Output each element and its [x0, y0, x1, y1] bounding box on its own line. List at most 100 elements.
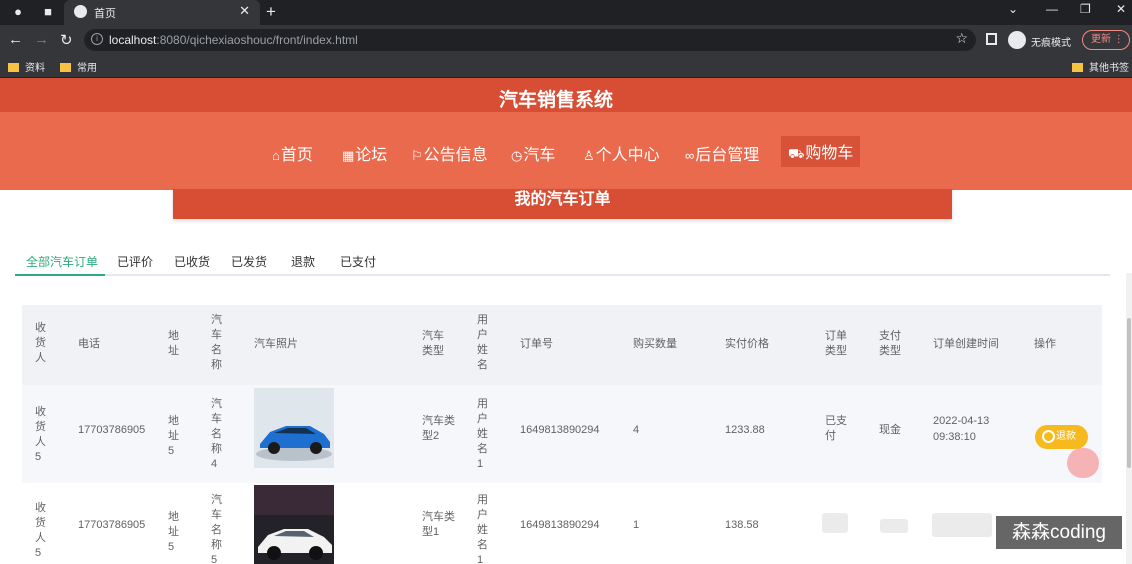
nav-cars[interactable]: ◷汽车 — [511, 141, 555, 165]
tab-refund[interactable]: 退款 — [291, 253, 315, 270]
bookmark-label: 资料 — [25, 63, 45, 74]
url-path: :8080/qichexiaoshouc/front/index.html — [156, 33, 358, 47]
col-car-type: 汽车类型 — [422, 330, 444, 357]
cell-created-time: 09:38:10 — [933, 431, 976, 443]
address-bar: ← → ↻ i localhost:8080/qichexiaoshouc/fr… — [0, 25, 1132, 55]
blurred-cell — [932, 513, 992, 537]
site-header: 汽车销售系统 — [0, 78, 1132, 112]
home-icon: ⌂ — [272, 148, 280, 163]
col-car-name: 汽车名称 — [211, 314, 222, 371]
col-user-name: 用户姓名 — [477, 314, 488, 371]
browser-tab-strip: ● ■ 首页 ✕ + ⌄ — ❐ ✕ — [0, 0, 1132, 25]
table-row: 收货人5 17703786905 地址5 汽车名称4 汽车类型2 用户姓名1 1… — [22, 385, 1102, 480]
table-header: 收货人 电话 地址 汽车名称 汽车照片 汽车类型 用户姓名 订单号 购买数量 实… — [22, 305, 1102, 385]
tab-globe-icon — [74, 5, 87, 18]
cell-car-type: 汽车类型2 — [422, 415, 455, 442]
cell-order-no: 1649813890294 — [520, 424, 600, 436]
cell-consignee: 收货人5 — [35, 502, 46, 559]
restore-icon[interactable]: ❐ — [1080, 2, 1091, 16]
incognito-label: 无痕模式 — [1031, 38, 1071, 49]
bookmark-folder-2[interactable]: 常用 — [60, 59, 97, 74]
flag-icon: ⚐ — [411, 148, 423, 163]
col-action: 操作 — [1034, 338, 1056, 350]
car-photo — [254, 485, 334, 564]
cart-icon: ⛟ — [788, 146, 805, 161]
car-photo-image — [254, 485, 334, 564]
col-consignee: 收货人 — [35, 322, 46, 364]
url-input[interactable]: i localhost:8080/qichexiaoshouc/front/in… — [84, 29, 976, 51]
col-price: 实付价格 — [725, 338, 769, 350]
browser-tab[interactable]: 首页 ✕ — [64, 0, 260, 25]
tab-all-orders[interactable]: 全部汽车订单 — [26, 253, 98, 270]
cell-phone: 17703786905 — [78, 424, 146, 436]
new-tab-icon[interactable]: + — [266, 2, 276, 22]
clock-icon: ◷ — [511, 148, 523, 163]
window-icon[interactable]: ■ — [40, 4, 56, 20]
blurred-cell — [880, 519, 908, 533]
update-button[interactable]: 更新 ⋮ — [1082, 30, 1130, 50]
nav-label: 购物车 — [805, 145, 854, 162]
nav-label: 首页 — [280, 147, 313, 164]
main-nav: ⌂首页 ▦论坛 ⚐公告信息 ◷汽车 ♙个人中心 ∞后台管理 ⛟购物车 — [0, 112, 1132, 190]
nav-forum[interactable]: ▦论坛 — [342, 141, 387, 165]
cell-price: 138.58 — [725, 519, 759, 531]
order-tabs: 全部汽车订单 已评价 已收货 已发货 退款 已支付 — [15, 241, 1110, 276]
cell-user-name: 用户姓名1 — [477, 398, 488, 470]
cell-car-type: 汽车类型1 — [422, 511, 455, 538]
nav-admin[interactable]: ∞后台管理 — [685, 141, 759, 165]
cell-phone: 17703786905 — [78, 519, 146, 531]
col-quantity: 购买数量 — [633, 338, 677, 350]
col-order-type: 订单类型 — [825, 330, 847, 357]
nav-notice[interactable]: ⚐公告信息 — [411, 141, 488, 165]
folder-icon — [8, 63, 19, 72]
watermark: 森森coding — [996, 516, 1122, 549]
tab-received[interactable]: 已收货 — [174, 253, 210, 270]
update-label: 更新 — [1091, 34, 1111, 45]
forward-icon[interactable]: → — [34, 31, 49, 48]
nav-home[interactable]: ⌂首页 — [272, 141, 313, 165]
cell-pay-type: 现金 — [879, 424, 901, 436]
nav-label: 个人中心 — [595, 147, 660, 164]
blurred-cell — [822, 513, 848, 533]
nav-label: 公告信息 — [423, 147, 488, 164]
tab-close-icon[interactable]: ✕ — [239, 3, 250, 19]
incognito-icon — [1008, 31, 1026, 49]
bookmark-label: 常用 — [77, 63, 97, 74]
tab-reviewed[interactable]: 已评价 — [117, 253, 153, 270]
tab-shipped[interactable]: 已发货 — [231, 253, 267, 270]
cell-consignee: 收货人5 — [35, 406, 46, 463]
tab-search-icon[interactable]: ⌄ — [1008, 2, 1018, 16]
tab-paid[interactable]: 已支付 — [340, 253, 376, 270]
floating-button[interactable] — [1067, 448, 1099, 478]
side-panel-icon[interactable] — [986, 33, 997, 45]
scrollbar-thumb[interactable] — [1127, 318, 1131, 468]
other-bookmarks[interactable]: 其他书签 — [1072, 59, 1129, 74]
car-photo — [254, 388, 334, 468]
nav-profile[interactable]: ♙个人中心 — [583, 141, 660, 165]
refund-button[interactable]: 退款 — [1035, 425, 1088, 449]
reload-icon[interactable]: ↻ — [60, 31, 73, 49]
folder-icon — [1072, 63, 1083, 72]
page-viewport: 汽车销售系统 ⌂首页 ▦论坛 ⚐公告信息 ◷汽车 ♙个人中心 ∞后台管理 ⛟购物… — [0, 78, 1132, 564]
minimize-icon[interactable]: — — [1046, 2, 1058, 16]
nav-label: 论坛 — [355, 147, 388, 164]
cell-user-name: 用户姓名1 — [477, 494, 488, 564]
bookmark-star-icon[interactable]: ☆ — [955, 30, 968, 47]
col-order-no: 订单号 — [520, 338, 553, 350]
col-created-time: 订单创建时间 — [933, 338, 999, 350]
bookmark-folder-1[interactable]: 资料 — [8, 59, 45, 74]
site-info-icon[interactable]: i — [91, 33, 103, 45]
car-photo-image — [254, 388, 334, 468]
nav-label: 汽车 — [523, 147, 556, 164]
cell-address: 地址5 — [168, 511, 179, 553]
link-icon: ∞ — [685, 148, 695, 163]
cell-order-type: 已支付 — [825, 415, 847, 442]
nav-cart[interactable]: ⛟购物车 — [781, 136, 861, 167]
url-text: localhost:8080/qichexiaoshouc/front/inde… — [109, 33, 358, 47]
orders-title: 我的汽车订单 — [173, 189, 952, 219]
close-window-icon[interactable]: ✕ — [1116, 2, 1126, 16]
cell-address: 地址5 — [168, 415, 179, 457]
globe-icon[interactable]: ● — [10, 4, 26, 20]
cell-price: 1233.88 — [725, 424, 765, 436]
back-icon[interactable]: ← — [8, 31, 23, 48]
